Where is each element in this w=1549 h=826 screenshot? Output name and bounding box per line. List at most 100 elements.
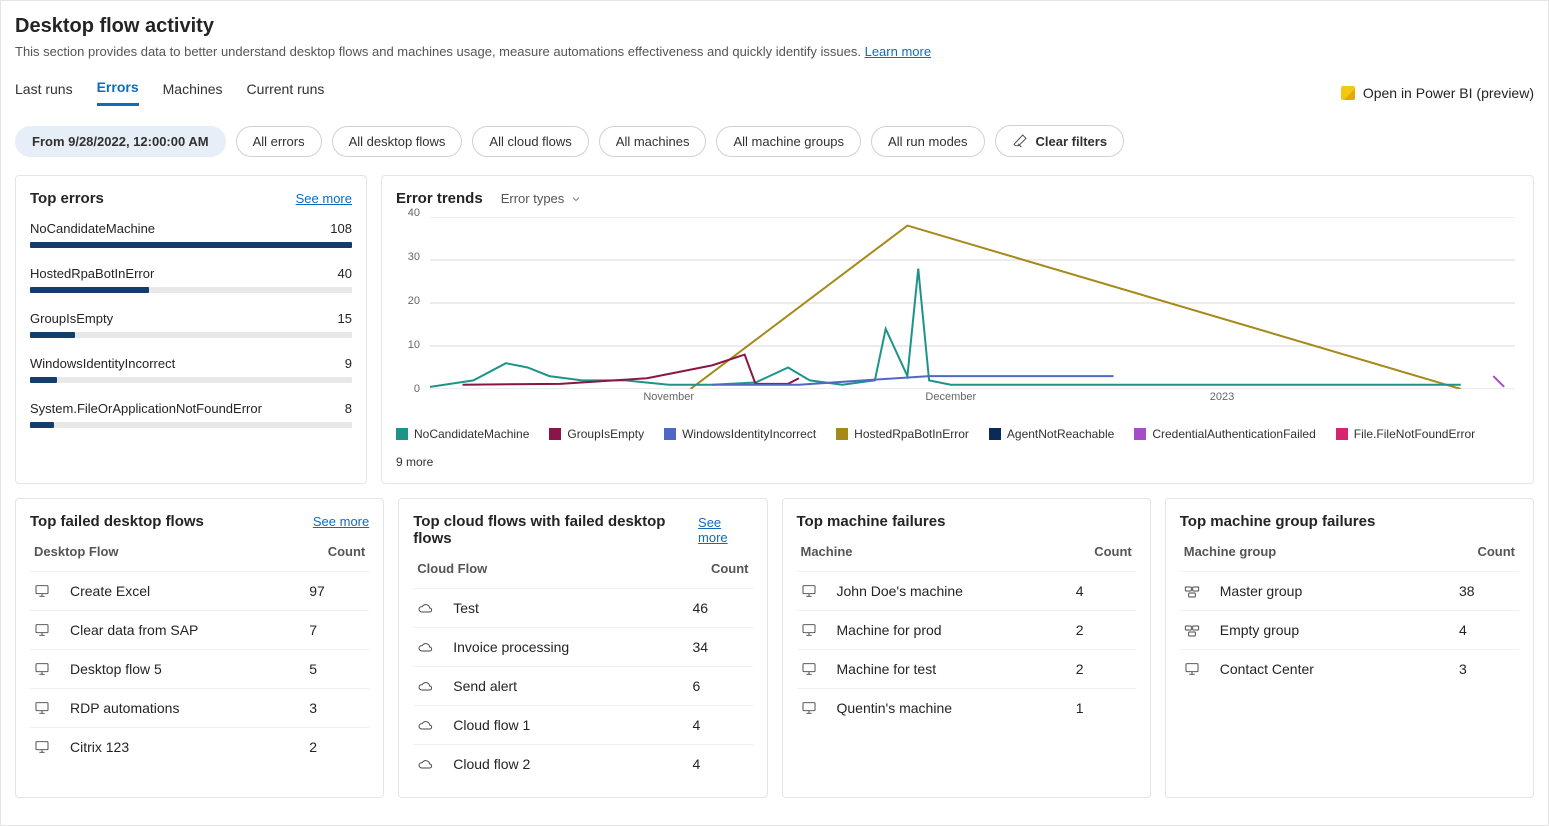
monitor-icon: [801, 583, 817, 599]
row-name: Cloud flow 2: [453, 756, 692, 772]
table-row[interactable]: Citrix 123 2: [30, 727, 369, 766]
table-row[interactable]: Machine for test 2: [797, 649, 1136, 688]
error-types-label: Error types: [501, 191, 565, 206]
filter-from-date[interactable]: From 9/28/2022, 12:00:00 AM: [15, 126, 226, 157]
top-cloud-flows-title: Top cloud flows with failed desktop flow…: [413, 513, 698, 547]
error-count: 9: [345, 356, 352, 371]
cloud-icon: [417, 600, 433, 616]
power-bi-label: Open in Power BI (preview): [1363, 85, 1534, 101]
table-row[interactable]: RDP automations 3: [30, 688, 369, 727]
col-header: Count: [1094, 544, 1132, 559]
top-errors-see-more[interactable]: See more: [296, 191, 352, 206]
error-count: 8: [345, 401, 352, 416]
row-count: 5: [309, 661, 365, 677]
clear-filters-label: Clear filters: [1036, 134, 1108, 149]
chevron-down-icon: [570, 193, 582, 205]
monitor-icon: [34, 700, 50, 716]
legend-item: HostedRpaBotInError: [836, 427, 969, 441]
cloud-icon: [417, 639, 433, 655]
row-count: 97: [309, 583, 365, 599]
row-count: 4: [1459, 622, 1515, 638]
table-row[interactable]: Quentin's machine 1: [797, 688, 1136, 727]
error-bar-item: NoCandidateMachine108: [30, 221, 352, 248]
legend-item: GroupIsEmpty: [549, 427, 644, 441]
row-count: 4: [1076, 583, 1132, 599]
row-count: 38: [1459, 583, 1515, 599]
row-name: Machine for prod: [837, 622, 1076, 638]
filter-all-machine-groups[interactable]: All machine groups: [716, 126, 861, 157]
row-count: 6: [693, 678, 749, 694]
filter-all-errors[interactable]: All errors: [236, 126, 322, 157]
tab-machines[interactable]: Machines: [163, 81, 223, 105]
legend-item: NoCandidateMachine: [396, 427, 529, 441]
col-header: Desktop Flow: [34, 544, 119, 559]
legend-item: AgentNotReachable: [989, 427, 1114, 441]
row-name: Contact Center: [1220, 661, 1459, 677]
page-desc-text: This section provides data to better und…: [15, 44, 861, 59]
row-count: 3: [309, 700, 365, 716]
filter-all-machines[interactable]: All machines: [599, 126, 707, 157]
row-name: Machine for test: [837, 661, 1076, 677]
top-errors-title: Top errors: [30, 190, 104, 207]
cloud-icon: [417, 756, 433, 772]
cloud-icon: [417, 717, 433, 733]
clear-filters-button[interactable]: Clear filters: [995, 125, 1125, 157]
top-machine-failures-card: Top machine failures MachineCount John D…: [782, 498, 1151, 798]
error-name: System.FileOrApplicationNotFoundError: [30, 401, 262, 416]
table-row[interactable]: Create Excel 97: [30, 571, 369, 610]
monitor-icon: [34, 739, 50, 755]
row-count: 46: [693, 600, 749, 616]
tab-errors[interactable]: Errors: [97, 79, 139, 106]
table-row[interactable]: Machine for prod 2: [797, 610, 1136, 649]
tab-current-runs[interactable]: Current runs: [247, 81, 325, 105]
legend-more[interactable]: 9 more: [396, 455, 433, 469]
learn-more-link[interactable]: Learn more: [865, 44, 931, 59]
top-failed-dflows-see-more[interactable]: See more: [313, 514, 369, 529]
row-name: Desktop flow 5: [70, 661, 309, 677]
row-count: 2: [309, 739, 365, 755]
table-row[interactable]: Invoice processing 34: [413, 627, 752, 666]
row-count: 34: [693, 639, 749, 655]
col-header: Count: [1477, 544, 1515, 559]
table-row[interactable]: John Doe's machine 4: [797, 571, 1136, 610]
filter-all-cloud-flows[interactable]: All cloud flows: [472, 126, 588, 157]
table-row[interactable]: Clear data from SAP 7: [30, 610, 369, 649]
table-row[interactable]: Master group 38: [1180, 571, 1519, 610]
table-row[interactable]: Empty group 4: [1180, 610, 1519, 649]
table-row[interactable]: Test 46: [413, 588, 752, 627]
row-count: 2: [1076, 661, 1132, 677]
col-header: Cloud Flow: [417, 561, 487, 576]
error-types-dropdown[interactable]: Error types: [501, 191, 583, 206]
group-icon: [1184, 583, 1200, 599]
filter-all-desktop-flows[interactable]: All desktop flows: [332, 126, 463, 157]
row-count: 4: [693, 717, 749, 733]
table-row[interactable]: Desktop flow 5 5: [30, 649, 369, 688]
table-row[interactable]: Send alert 6: [413, 666, 752, 705]
table-row[interactable]: Cloud flow 1 4: [413, 705, 752, 744]
top-failed-dflows-title: Top failed desktop flows: [30, 513, 204, 530]
monitor-icon: [34, 583, 50, 599]
row-name: John Doe's machine: [837, 583, 1076, 599]
legend-item: File.FileNotFoundError: [1336, 427, 1475, 441]
error-bar-item: WindowsIdentityIncorrect9: [30, 356, 352, 383]
filter-all-run-modes[interactable]: All run modes: [871, 126, 984, 157]
row-name: RDP automations: [70, 700, 309, 716]
row-name: Empty group: [1220, 622, 1459, 638]
row-name: Master group: [1220, 583, 1459, 599]
error-trends-title: Error trends: [396, 190, 483, 207]
monitor-icon: [34, 622, 50, 638]
row-name: Quentin's machine: [837, 700, 1076, 716]
open-power-bi-button[interactable]: Open in Power BI (preview): [1341, 85, 1534, 101]
monitor-icon: [34, 661, 50, 677]
row-name: Citrix 123: [70, 739, 309, 755]
top-cloud-flows-see-more[interactable]: See more: [698, 515, 752, 545]
tab-last-runs[interactable]: Last runs: [15, 81, 73, 105]
table-row[interactable]: Cloud flow 2 4: [413, 744, 752, 783]
row-count: 1: [1076, 700, 1132, 716]
error-name: GroupIsEmpty: [30, 311, 113, 326]
group-icon: [1184, 622, 1200, 638]
top-cloud-flows-card: Top cloud flows with failed desktop flow…: [398, 498, 767, 798]
table-row[interactable]: Contact Center 3: [1180, 649, 1519, 688]
row-name: Clear data from SAP: [70, 622, 309, 638]
row-count: 2: [1076, 622, 1132, 638]
